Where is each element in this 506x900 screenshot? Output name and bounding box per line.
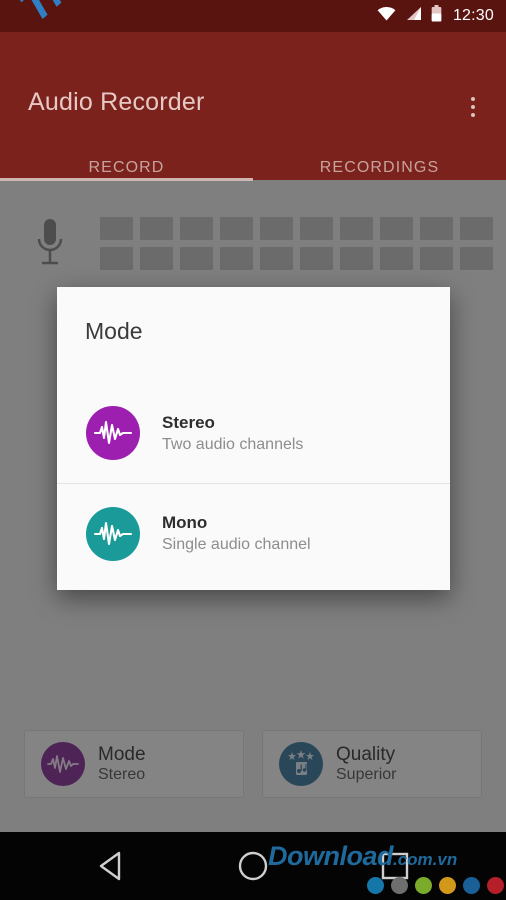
- dialog-option-stereo[interactable]: Stereo Two audio channels: [57, 383, 450, 483]
- back-button[interactable]: [56, 832, 166, 900]
- tab-indicator: [0, 178, 253, 181]
- tab-record[interactable]: RECORD: [0, 144, 253, 192]
- cellular-signal-icon: [405, 6, 422, 26]
- home-button[interactable]: [198, 832, 308, 900]
- dialog-option-label: Mono: [162, 513, 208, 532]
- battery-icon: [431, 5, 442, 27]
- tab-bar: RECORD RECORDINGS: [0, 144, 506, 192]
- waveform-icon: [86, 506, 140, 561]
- tab-recordings[interactable]: RECORDINGS: [253, 144, 506, 192]
- dialog-option-description: Two audio channels: [162, 435, 304, 453]
- dialog-option-mono[interactable]: Mono Single audio channel: [57, 483, 450, 583]
- app-bar: Audio Recorder RECORD RECORDINGS: [0, 32, 506, 180]
- recents-button[interactable]: [340, 832, 450, 900]
- dialog-option-list: Stereo Two audio channels Mono Single au…: [57, 383, 450, 583]
- status-bar: 12:30: [0, 0, 506, 32]
- wifi-icon: [377, 6, 396, 26]
- status-time: 12:30: [452, 7, 494, 24]
- dialog-option-label: Stereo: [162, 412, 215, 432]
- page-title: Audio Recorder: [28, 88, 205, 116]
- overflow-menu-icon[interactable]: [454, 87, 492, 127]
- mode-dialog: Mode Stereo Two audio channels Mono Sing…: [57, 287, 450, 590]
- waveform-icon: [86, 406, 140, 460]
- dialog-title: Mode: [85, 318, 143, 344]
- dialog-option-description: Single audio channel: [162, 536, 311, 553]
- navigation-bar: [0, 832, 506, 900]
- phone-screen: Mode Stereo Two audio channels Mono Sing…: [0, 0, 506, 900]
